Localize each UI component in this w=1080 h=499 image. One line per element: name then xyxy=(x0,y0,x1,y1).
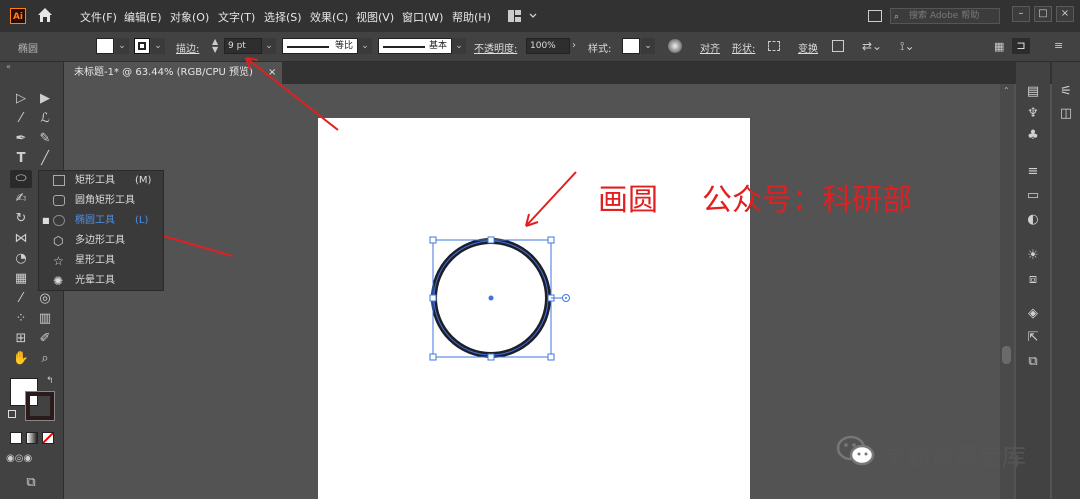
ellipse-icon xyxy=(53,215,65,226)
appearance-panel-icon[interactable]: ☀ xyxy=(1022,246,1044,266)
gradient-panel-icon[interactable]: ▭ xyxy=(1022,186,1044,206)
right-panel-dock: ▤ ♆ ♣ ≡ ▭ ◐ ☀ ⧈ ◈ ⇱ ⧉ xyxy=(1016,62,1050,499)
shape-tools-flyout: 矩形工具 (M) 圆角矩形工具 ■ 椭圆工具 (L) ⬡ 多边形工具 ☆ 星形工… xyxy=(38,170,164,291)
stroke-panel-icon[interactable]: ≡ xyxy=(1022,162,1044,182)
flyout-item-rectangle[interactable]: 矩形工具 (M) xyxy=(39,171,163,191)
center-point xyxy=(488,295,494,301)
flyout-item-polygon[interactable]: ⬡ 多边形工具 xyxy=(39,231,163,251)
transparency-panel-icon[interactable]: ◐ xyxy=(1022,210,1044,230)
active-indicator: ■ xyxy=(42,216,50,225)
artboards-panel-icon[interactable]: ⧉ xyxy=(1022,352,1044,372)
wechat-icon xyxy=(836,434,876,468)
flyout-item-ellipse[interactable]: ■ 椭圆工具 (L) xyxy=(39,211,163,231)
annotation-title: 画圆 xyxy=(598,183,658,218)
flare-icon: ✺ xyxy=(53,274,64,288)
flyout-item-star[interactable]: ☆ 星形工具 xyxy=(39,251,163,271)
libraries-panel-icon[interactable]: ◫ xyxy=(1055,104,1077,124)
annotation-account: 公众号：科研部 xyxy=(702,183,912,218)
polygon-icon: ⬡ xyxy=(53,234,64,248)
symbols-panel-icon[interactable]: ♣ xyxy=(1022,126,1044,146)
properties-panel-icon[interactable]: ⚟ xyxy=(1055,82,1077,102)
right-panel-dock-secondary: ⚟ ◫ xyxy=(1052,62,1080,499)
scroll-up-icon[interactable]: ⌃ xyxy=(1003,86,1010,95)
annotation-arrow-stroke xyxy=(245,57,339,131)
brushes-panel-icon[interactable]: ♆ xyxy=(1022,104,1044,124)
annotation-arrow-circle xyxy=(525,171,577,227)
flyout-item-rounded-rectangle[interactable]: 圆角矩形工具 xyxy=(39,191,163,211)
graphic-styles-panel-icon[interactable]: ⧈ xyxy=(1022,270,1044,290)
rounded-rectangle-icon xyxy=(53,195,65,206)
swatches-panel-icon[interactable]: ▤ xyxy=(1022,82,1044,102)
layers-panel-icon[interactable]: ◈ xyxy=(1022,304,1044,324)
flyout-item-flare[interactable]: ✺ 光晕工具 xyxy=(39,271,163,291)
rectangle-icon xyxy=(53,175,65,186)
asset-export-panel-icon[interactable]: ⇱ xyxy=(1022,328,1044,348)
watermark-text: 学霸资源宝库 xyxy=(882,443,1026,471)
star-icon: ☆ xyxy=(53,254,64,268)
scroll-thumb[interactable] xyxy=(1002,346,1011,364)
